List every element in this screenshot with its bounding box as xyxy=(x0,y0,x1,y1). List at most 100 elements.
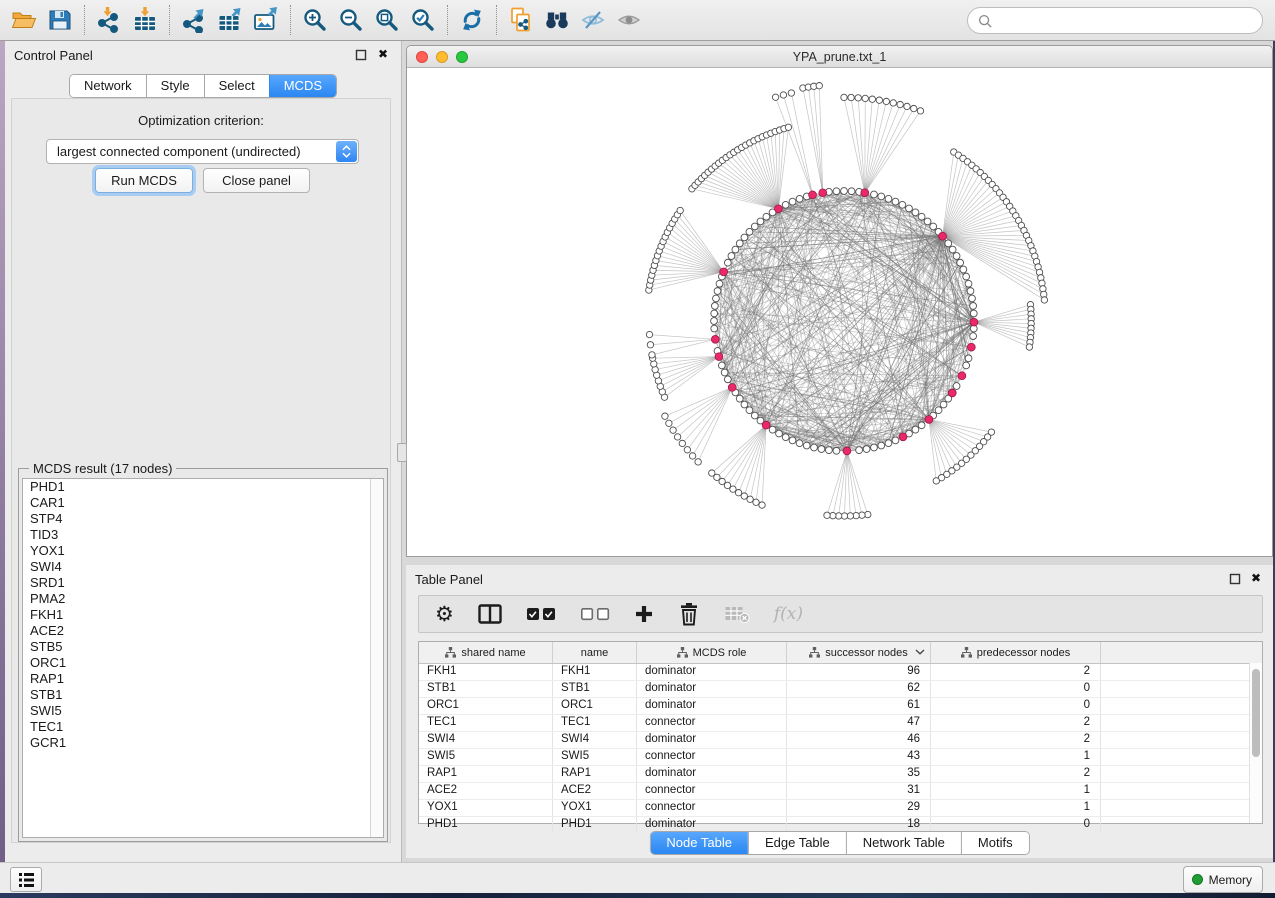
refresh-icon[interactable] xyxy=(454,4,490,36)
network-node[interactable] xyxy=(746,228,753,235)
network-node[interactable] xyxy=(885,440,892,447)
memory-button[interactable]: Memory xyxy=(1183,866,1263,893)
network-leaf-node[interactable] xyxy=(876,97,882,103)
select-all-checkboxes-icon[interactable] xyxy=(526,599,556,629)
save-session-icon[interactable] xyxy=(42,4,78,36)
network-node[interactable] xyxy=(776,430,783,437)
mcds-result-item[interactable]: TEC1 xyxy=(23,719,383,735)
run-mcds-button[interactable]: Run MCDS xyxy=(95,168,193,193)
mcds-hub-node[interactable] xyxy=(967,343,975,351)
network-node[interactable] xyxy=(935,407,942,414)
table-row[interactable]: FKH1FKH1dominator962 xyxy=(419,664,1262,681)
optimization-criterion-select[interactable]: largest connected component (undirected) xyxy=(46,139,359,164)
network-node[interactable] xyxy=(736,395,743,402)
table-tab-edge-table[interactable]: Edge Table xyxy=(748,832,846,854)
network-node[interactable] xyxy=(899,201,906,208)
network-node[interactable] xyxy=(970,303,977,310)
network-leaf-node[interactable] xyxy=(890,100,896,106)
network-leaf-node[interactable] xyxy=(662,413,668,419)
mcds-hub-node[interactable] xyxy=(925,416,933,424)
mcds-hub-node[interactable] xyxy=(970,318,978,326)
network-node[interactable] xyxy=(741,401,748,408)
zoom-out-icon[interactable] xyxy=(333,4,369,36)
mcds-result-item[interactable]: SWI5 xyxy=(23,703,383,719)
network-node[interactable] xyxy=(969,295,976,302)
network-node[interactable] xyxy=(714,288,721,295)
network-node[interactable] xyxy=(751,223,758,230)
export-image-icon[interactable] xyxy=(248,4,284,36)
network-node[interactable] xyxy=(912,209,919,216)
settings-gear-icon[interactable]: ⚙ xyxy=(435,599,454,629)
table-row[interactable]: TEC1TEC1connector472 xyxy=(419,715,1262,732)
network-leaf-node[interactable] xyxy=(695,459,701,465)
network-leaf-node[interactable] xyxy=(709,470,715,476)
table-row[interactable]: SWI4SWI4dominator462 xyxy=(419,732,1262,749)
mcds-hub-node[interactable] xyxy=(715,353,723,361)
network-node[interactable] xyxy=(924,218,931,225)
network-leaf-node[interactable] xyxy=(816,82,822,88)
open-file-icon[interactable] xyxy=(6,4,42,36)
column-header-successor-nodes[interactable]: successor nodes xyxy=(787,642,931,663)
network-node[interactable] xyxy=(728,253,735,260)
network-node[interactable] xyxy=(789,198,796,205)
show-all-eye-icon[interactable] xyxy=(611,4,647,36)
close-panel-icon[interactable]: ✖ xyxy=(1251,571,1261,585)
mcds-result-item[interactable]: ACE2 xyxy=(23,623,383,639)
mcds-result-item[interactable]: STB1 xyxy=(23,687,383,703)
export-network-icon[interactable] xyxy=(176,4,212,36)
table-row[interactable]: SWI5SWI5connector431 xyxy=(419,749,1262,766)
mcds-result-item[interactable]: PMA2 xyxy=(23,591,383,607)
mcds-hub-node[interactable] xyxy=(728,383,736,391)
mcds-result-item[interactable]: SWI4 xyxy=(23,559,383,575)
network-window-titlebar[interactable]: YPA_prune.txt_1 xyxy=(407,46,1272,68)
mcds-result-item[interactable]: CAR1 xyxy=(23,495,383,511)
network-leaf-node[interactable] xyxy=(649,352,655,358)
search-input[interactable] xyxy=(998,10,1252,33)
export-table-icon[interactable] xyxy=(212,4,248,36)
network-node[interactable] xyxy=(713,295,720,302)
mcds-list-scrollbar[interactable] xyxy=(370,479,383,837)
network-leaf-node[interactable] xyxy=(869,96,875,102)
network-leaf-node[interactable] xyxy=(741,493,747,499)
close-panel-button[interactable]: Close panel xyxy=(203,168,310,193)
table-scrollbar[interactable] xyxy=(1249,663,1262,823)
mcds-hub-node[interactable] xyxy=(948,389,956,397)
mcds-hub-node[interactable] xyxy=(775,205,783,213)
zoom-fit-icon[interactable] xyxy=(369,4,405,36)
network-node[interactable] xyxy=(811,444,818,451)
column-header-predecessor-nodes[interactable]: predecessor nodes xyxy=(931,642,1101,663)
network-node[interactable] xyxy=(826,447,833,454)
network-node[interactable] xyxy=(945,240,952,247)
network-node[interactable] xyxy=(967,288,974,295)
network-node[interactable] xyxy=(782,201,789,208)
network-node[interactable] xyxy=(930,223,937,230)
import-network-icon[interactable] xyxy=(91,4,127,36)
network-node[interactable] xyxy=(918,213,925,220)
network-node[interactable] xyxy=(841,188,848,195)
mcds-result-item[interactable]: ORC1 xyxy=(23,655,383,671)
network-node[interactable] xyxy=(721,369,728,376)
network-leaf-node[interactable] xyxy=(646,331,652,337)
network-node[interactable] xyxy=(965,355,972,362)
network-node[interactable] xyxy=(718,362,725,369)
network-leaf-node[interactable] xyxy=(677,207,683,213)
mcds-result-item[interactable]: GCR1 xyxy=(23,735,383,751)
mcds-hub-node[interactable] xyxy=(711,335,719,343)
network-leaf-node[interactable] xyxy=(904,103,910,109)
column-header-shared-name[interactable]: shared name xyxy=(419,642,553,663)
network-leaf-node[interactable] xyxy=(684,447,690,453)
tab-select[interactable]: Select xyxy=(204,75,269,97)
network-node[interactable] xyxy=(769,426,776,433)
table-scrollbar-thumb[interactable] xyxy=(1252,669,1260,757)
network-node[interactable] xyxy=(949,246,956,253)
network-leaf-node[interactable] xyxy=(824,512,830,518)
mcds-result-item[interactable]: SRD1 xyxy=(23,575,383,591)
mcds-result-item[interactable]: STP4 xyxy=(23,511,383,527)
network-node[interactable] xyxy=(741,234,748,241)
network-leaf-node[interactable] xyxy=(917,108,923,114)
mcds-hub-node[interactable] xyxy=(899,433,907,441)
network-leaf-node[interactable] xyxy=(883,98,889,104)
network-node[interactable] xyxy=(965,280,972,287)
network-leaf-node[interactable] xyxy=(841,94,847,100)
mcds-hub-node[interactable] xyxy=(819,189,827,197)
